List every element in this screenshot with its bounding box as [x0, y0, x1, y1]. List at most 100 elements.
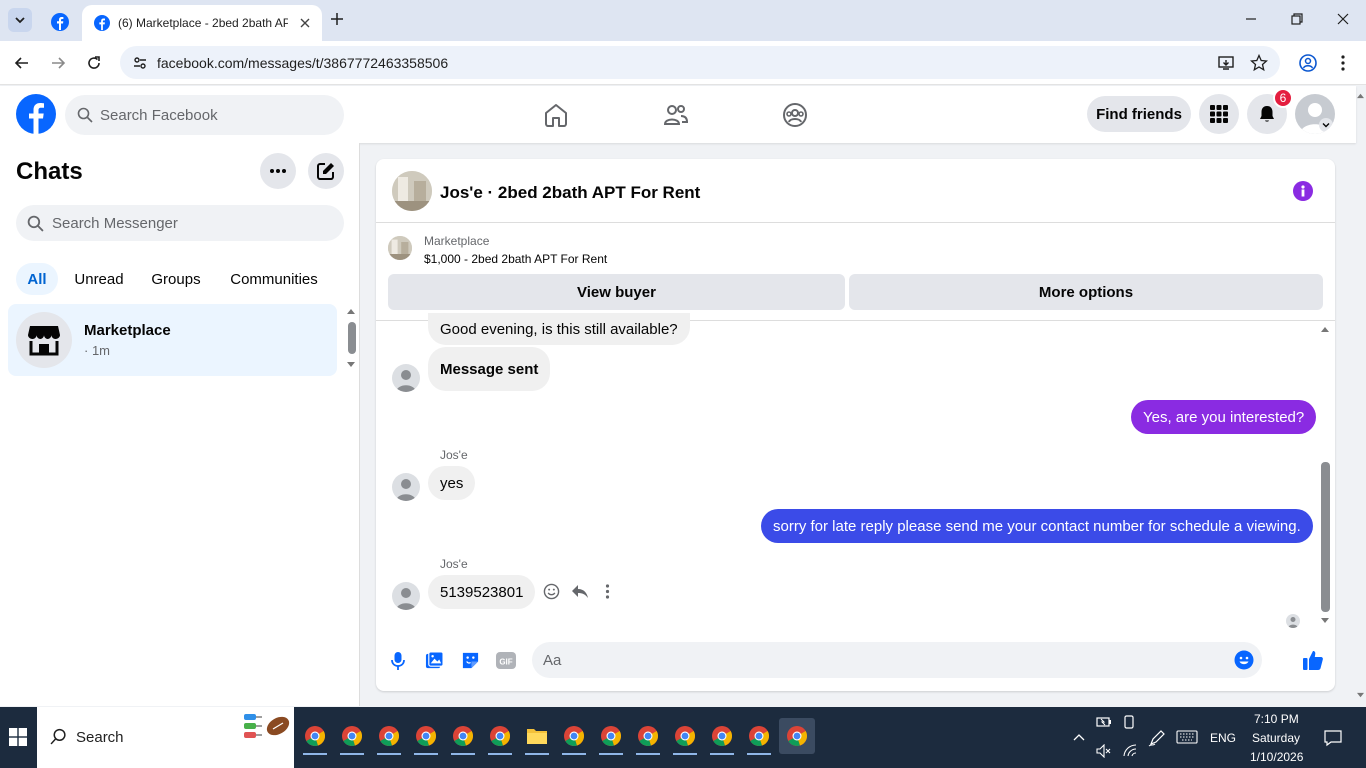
conversation-title[interactable]: Jos'e · 2bed 2bath APT For Rent: [440, 183, 700, 203]
taskbar-search[interactable]: Search: [37, 707, 294, 768]
message-bubble-outgoing[interactable]: Yes, are you interested?: [1131, 400, 1317, 434]
sender-avatar[interactable]: [392, 364, 420, 392]
message-bubble-incoming[interactable]: Message sent: [428, 347, 551, 391]
conversation-info-button[interactable]: [1293, 181, 1313, 201]
nav-groups[interactable]: [782, 102, 808, 128]
nav-friends[interactable]: [663, 102, 689, 128]
sender-avatar[interactable]: [392, 582, 420, 610]
menu-button[interactable]: [1199, 94, 1239, 134]
message-input[interactable]: Aa: [532, 642, 1262, 678]
find-friends-button[interactable]: Find friends: [1087, 96, 1191, 132]
filter-groups[interactable]: Groups: [144, 263, 208, 295]
site-settings-icon[interactable]: [132, 55, 148, 71]
nav-home[interactable]: [543, 102, 569, 128]
facebook-logo[interactable]: [16, 94, 56, 134]
back-button[interactable]: [14, 55, 30, 71]
clock-day[interactable]: Saturday: [1252, 731, 1300, 745]
taskbar-chrome-10[interactable]: [670, 721, 700, 755]
taskbar-chrome-3[interactable]: [374, 721, 404, 755]
listing-summary[interactable]: $1,000 - 2bed 2bath APT For Rent: [424, 252, 607, 266]
taskbar-chrome-11[interactable]: [707, 721, 737, 755]
account-avatar[interactable]: [1295, 94, 1335, 134]
taskbar-chrome-1[interactable]: [300, 721, 330, 755]
sticker-button[interactable]: [461, 651, 480, 670]
new-tab-button[interactable]: [330, 12, 344, 26]
taskbar-chrome-6[interactable]: [485, 721, 515, 755]
taskbar-chrome-9[interactable]: [633, 721, 663, 755]
page-scroll-down[interactable]: [1356, 692, 1365, 699]
touch-keyboard-button[interactable]: [1176, 730, 1198, 744]
profile-button[interactable]: [1298, 53, 1318, 73]
message-bubble-incoming[interactable]: Good evening, is this still available?: [428, 313, 690, 345]
sender-avatar[interactable]: [392, 473, 420, 501]
reply-button[interactable]: [571, 583, 589, 600]
more-vertical-icon: [605, 584, 610, 599]
taskbar-chrome-2[interactable]: [337, 721, 367, 755]
forward-button[interactable]: [50, 55, 66, 71]
more-options-button[interactable]: More options: [849, 274, 1323, 310]
taskbar-chrome-8[interactable]: [596, 721, 626, 755]
network-button[interactable]: [1122, 744, 1138, 758]
new-message-button[interactable]: [308, 153, 344, 189]
view-buyer-button[interactable]: View buyer: [388, 274, 845, 310]
clock-time[interactable]: 7:10 PM: [1254, 712, 1299, 726]
restore-button[interactable]: [1290, 12, 1304, 26]
start-button[interactable]: [9, 728, 27, 746]
filter-all[interactable]: All: [16, 263, 58, 295]
browser-menu-button[interactable]: [1340, 54, 1346, 72]
message-bubble-incoming[interactable]: yes: [428, 466, 476, 500]
triangle-up-icon: [1357, 93, 1364, 99]
tab-search-dropdown[interactable]: [8, 8, 32, 32]
taskbar-chrome-active[interactable]: [779, 718, 815, 754]
chat-options-button[interactable]: [260, 153, 296, 189]
bookmark-star-icon[interactable]: [1250, 54, 1268, 72]
notification-center-button[interactable]: [1324, 729, 1342, 747]
triangle-up-icon: [347, 309, 355, 314]
install-app-icon[interactable]: [1217, 54, 1235, 72]
react-button[interactable]: [543, 583, 560, 600]
battery-status[interactable]: [1096, 715, 1112, 729]
minimize-button[interactable]: [1244, 12, 1258, 26]
filter-unread[interactable]: Unread: [68, 263, 130, 295]
page-scroll-up[interactable]: [1356, 92, 1365, 99]
sidebar-scrollbar-thumb[interactable]: [348, 322, 356, 354]
pinned-tab-facebook[interactable]: [45, 8, 75, 36]
messenger-search-input[interactable]: Search Messenger: [16, 205, 344, 241]
active-tab[interactable]: (6) Marketplace - 2bed 2bath APT For Ren…: [82, 5, 322, 41]
taskbar-file-explorer[interactable]: [522, 721, 552, 755]
listing-avatar[interactable]: [392, 171, 432, 211]
messages-scroll-up[interactable]: [1320, 325, 1330, 333]
filter-communities[interactable]: Communities: [222, 263, 326, 295]
notifications-button[interactable]: 6: [1247, 88, 1293, 134]
like-button[interactable]: [1302, 649, 1324, 671]
taskbar-chrome-7[interactable]: [559, 721, 589, 755]
message-bubble-outgoing[interactable]: sorry for late reply please send me your…: [761, 509, 1313, 543]
attach-media-button[interactable]: [425, 651, 444, 670]
messages-scroll-down[interactable]: [1320, 617, 1330, 625]
messages-scrollbar-thumb[interactable]: [1321, 462, 1330, 612]
gif-button[interactable]: GIF: [496, 651, 516, 670]
smiley-icon: [543, 583, 560, 600]
chat-list-item[interactable]: Marketplace · 1m: [8, 304, 337, 376]
emoji-icon[interactable]: [1234, 650, 1254, 670]
pen-button[interactable]: [1148, 729, 1166, 747]
address-bar[interactable]: facebook.com/messages/t/3867772463358506: [120, 46, 1280, 79]
facebook-search-input[interactable]: Search Facebook: [65, 95, 344, 135]
message-bubble-incoming[interactable]: 5139523801: [428, 575, 536, 609]
sidebar-scroll-up[interactable]: [346, 307, 356, 315]
sidebar-scroll-down[interactable]: [346, 361, 356, 369]
device-status[interactable]: [1123, 715, 1135, 729]
close-icon[interactable]: [300, 18, 310, 28]
input-language[interactable]: ENG: [1210, 731, 1236, 745]
voice-clip-button[interactable]: [390, 651, 406, 671]
reload-button[interactable]: [86, 55, 102, 71]
volume-button[interactable]: [1096, 744, 1112, 758]
clock-date[interactable]: 1/10/2026: [1250, 750, 1303, 764]
window-close-button[interactable]: [1336, 12, 1350, 26]
tray-overflow-button[interactable]: [1073, 733, 1085, 741]
taskbar-chrome-5[interactable]: [448, 721, 478, 755]
search-icon: [27, 215, 44, 232]
taskbar-chrome-12[interactable]: [744, 721, 774, 755]
message-more-button[interactable]: [605, 584, 610, 599]
taskbar-chrome-4[interactable]: [411, 721, 441, 755]
